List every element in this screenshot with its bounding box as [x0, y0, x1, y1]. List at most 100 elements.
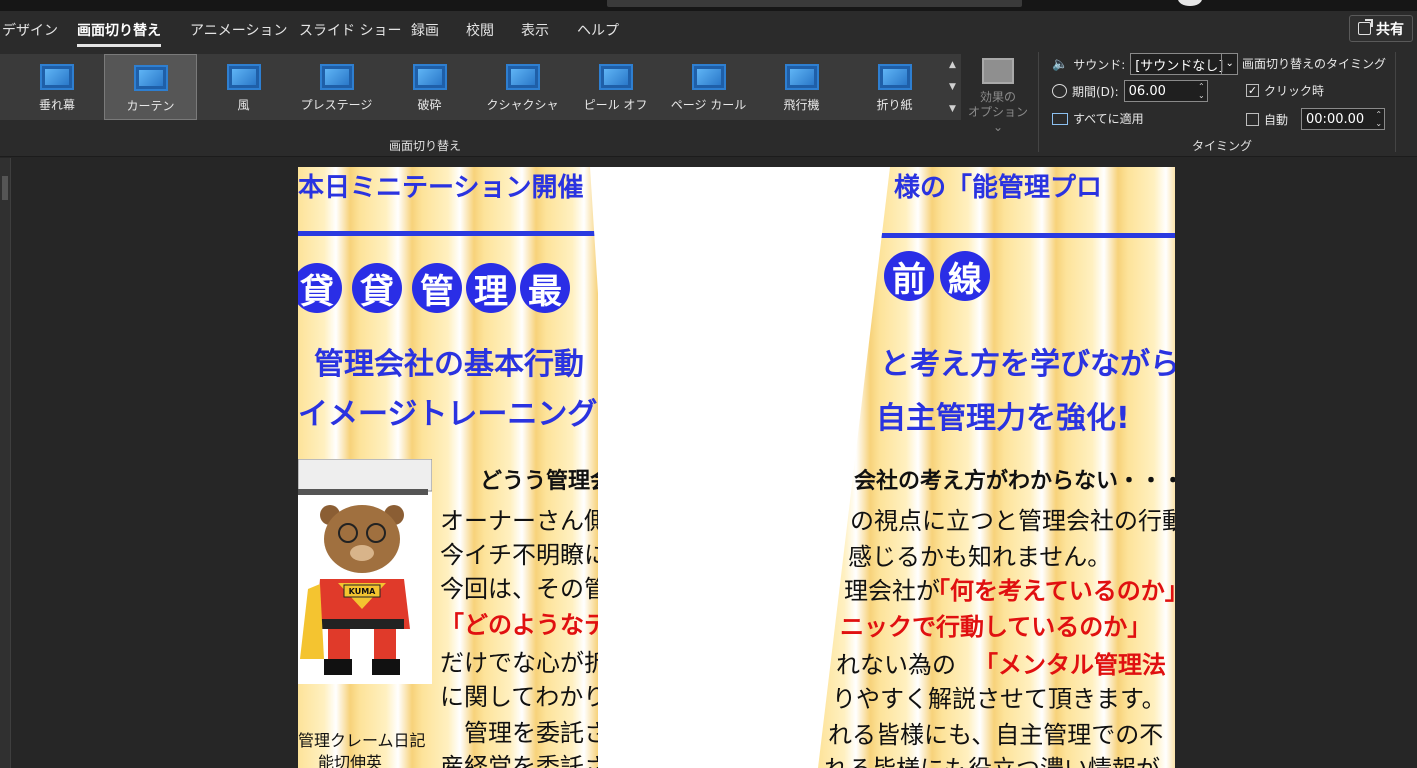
tab-record[interactable]: 録画	[411, 20, 439, 40]
sound-row: 🔈 サウンド: [サウンドなし] ⌄	[1052, 53, 1239, 75]
on-click-label: クリック時	[1264, 84, 1325, 98]
subtitle-line-1: 管理会社の基本行動	[314, 347, 584, 382]
title-circle: 最	[520, 263, 570, 313]
auto-checkbox[interactable]	[1246, 112, 1259, 126]
body-text: れる皆様にも、自主管理での不	[828, 721, 1164, 749]
transition-label: 破砕	[417, 98, 442, 112]
body-text: 今イチ不明瞭に感	[440, 541, 598, 569]
section-heading: どうう管理会	[480, 469, 598, 494]
effect-options-button[interactable]: 効果の オプション ⌄	[962, 54, 1034, 134]
transition-label: ピール オフ	[583, 98, 648, 112]
body-text: だけでな心が折	[440, 649, 598, 677]
thumbnail-scrollbar[interactable]	[0, 158, 11, 768]
top-banner-text: 様の「能管理プロ	[894, 173, 1103, 203]
duration-spinner[interactable]: ⌃ ⌄	[1198, 82, 1205, 100]
prestige-icon	[319, 64, 354, 90]
effect-options-label-1: 効果の	[979, 90, 1016, 104]
share-button[interactable]: 共有	[1349, 15, 1413, 42]
apply-all-label: すべてに適用	[1073, 112, 1144, 126]
transition-label: 飛行機	[783, 98, 820, 112]
title-circle: 管	[412, 263, 462, 313]
page-curl-icon	[691, 64, 726, 90]
search-bar[interactable]	[607, 0, 1022, 7]
apply-all-button[interactable]: すべてに適用	[1052, 110, 1144, 127]
duration-input[interactable]: 06.00 ⌃ ⌄	[1123, 80, 1208, 102]
wind-icon	[226, 64, 261, 90]
slide-canvas[interactable]: 本日ミニテーション開催 貸 貸 管 理 最 管理会社の基本行動 イメージトレーニ…	[298, 167, 1175, 768]
body-text: れる皆様にも役立つ濃い情報が	[824, 749, 1160, 768]
ribbon: 垂れ幕 カーテン 風 プレステージ 破砕 クシャクシャ ピール オフ ページ カ…	[0, 52, 1417, 157]
transition-peel-off[interactable]: ピール オフ	[569, 54, 662, 120]
timing-group-label: タイミング	[1192, 139, 1253, 153]
duration-value: 06.00	[1128, 83, 1166, 99]
subtitle-line-2: 自主管理力を強化!	[876, 401, 1130, 436]
chevron-down-icon[interactable]: ⌄	[1221, 54, 1237, 74]
bear-illustration: KUMA	[298, 458, 433, 684]
transition-shatter[interactable]: 破砕	[383, 54, 476, 120]
transition-label: ページ カール	[670, 98, 747, 112]
effect-options-label-2: オプション ⌄	[967, 105, 1028, 134]
gallery-down-button[interactable]: ▼	[944, 76, 961, 98]
gallery-more-button[interactable]: ▼	[944, 98, 961, 120]
transition-curtains[interactable]: カーテン	[104, 54, 197, 120]
gallery-scroll: ▲ ▼ ▼	[944, 54, 961, 120]
curtains-icon	[133, 65, 168, 91]
banner-line	[878, 233, 1175, 238]
title-circle: 線	[940, 251, 990, 301]
tab-design[interactable]: デザイン	[2, 20, 58, 40]
avatar[interactable]	[1178, 0, 1202, 6]
transition-label: 風	[237, 98, 250, 112]
transition-wind[interactable]: 風	[197, 54, 290, 120]
title-circle: 貸	[352, 263, 402, 313]
on-click-row: ✓ クリック時	[1246, 82, 1324, 99]
scrollbar-thumb[interactable]	[2, 176, 8, 200]
transition-label: カーテン	[126, 99, 175, 113]
body-text: 今回は、その管理	[440, 575, 598, 603]
body-text: 感じるかも知れません。	[848, 543, 1112, 571]
sound-value: [サウンドなし]	[1135, 58, 1224, 74]
on-click-checkbox[interactable]: ✓	[1246, 84, 1259, 97]
peel-off-icon	[598, 64, 633, 90]
transitions-group-label: 画面切り替え	[389, 139, 462, 153]
title-circle: 理	[466, 263, 516, 313]
tab-slideshow[interactable]: スライド ショー	[299, 20, 401, 40]
transition-prestige[interactable]: プレステージ	[290, 54, 383, 120]
highlight-text: 「何を考えているのか」	[926, 577, 1175, 605]
body-text: オーナーさん側の	[440, 507, 598, 535]
tab-transitions[interactable]: 画面切り替え	[77, 20, 161, 47]
tab-help[interactable]: ヘルプ	[577, 20, 619, 40]
tab-review[interactable]: 校閲	[466, 20, 494, 40]
transition-origami[interactable]: 折り紙	[848, 54, 941, 120]
title-circle: 前	[884, 251, 934, 301]
apply-all-icon	[1052, 112, 1068, 125]
curtain-left: 本日ミニテーション開催 貸 貸 管 理 最 管理会社の基本行動 イメージトレーニ…	[298, 167, 598, 768]
auto-time-value: 00:00.00	[1306, 111, 1365, 127]
top-banner-text: 本日ミニテーション開催	[298, 173, 584, 203]
tab-animations[interactable]: アニメーション	[190, 20, 287, 40]
duration-row: 期間(D): 06.00 ⌃ ⌄	[1052, 80, 1208, 102]
subtitle-line-1: と考え方を学びながら	[880, 347, 1175, 382]
transition-airplane[interactable]: 飛行機	[755, 54, 848, 120]
transition-page-curl[interactable]: ページ カール	[662, 54, 755, 120]
auto-time-spinner[interactable]: ⌃ ⌄	[1375, 110, 1382, 128]
transition-drape[interactable]: 垂れ幕	[10, 54, 104, 120]
effect-options-icon	[982, 58, 1014, 84]
body-text: りやすく解説させて頂きます。	[832, 685, 1166, 713]
body-text: 産経営を委託され	[440, 753, 598, 768]
share-icon	[1358, 19, 1373, 35]
transition-crumple[interactable]: クシャクシャ	[476, 54, 569, 120]
auto-time-input[interactable]: 00:00.00 ⌃ ⌄	[1301, 108, 1386, 130]
highlight-text: ニックで行動しているのか」	[840, 613, 1152, 641]
gallery-up-button[interactable]: ▲	[944, 54, 961, 76]
caption-text: 能切伸英	[318, 753, 383, 768]
tab-view[interactable]: 表示	[521, 20, 549, 40]
group-divider	[1038, 52, 1039, 152]
drape-icon	[40, 64, 74, 90]
duration-label: 期間(D):	[1072, 84, 1119, 99]
share-label: 共有	[1376, 21, 1404, 38]
highlight-text: 「メンタル管理法	[974, 651, 1166, 679]
sound-dropdown[interactable]: [サウンドなし] ⌄	[1130, 53, 1239, 75]
origami-icon	[877, 64, 912, 90]
svg-text:KUMA: KUMA	[349, 587, 377, 596]
shatter-icon	[412, 64, 447, 90]
